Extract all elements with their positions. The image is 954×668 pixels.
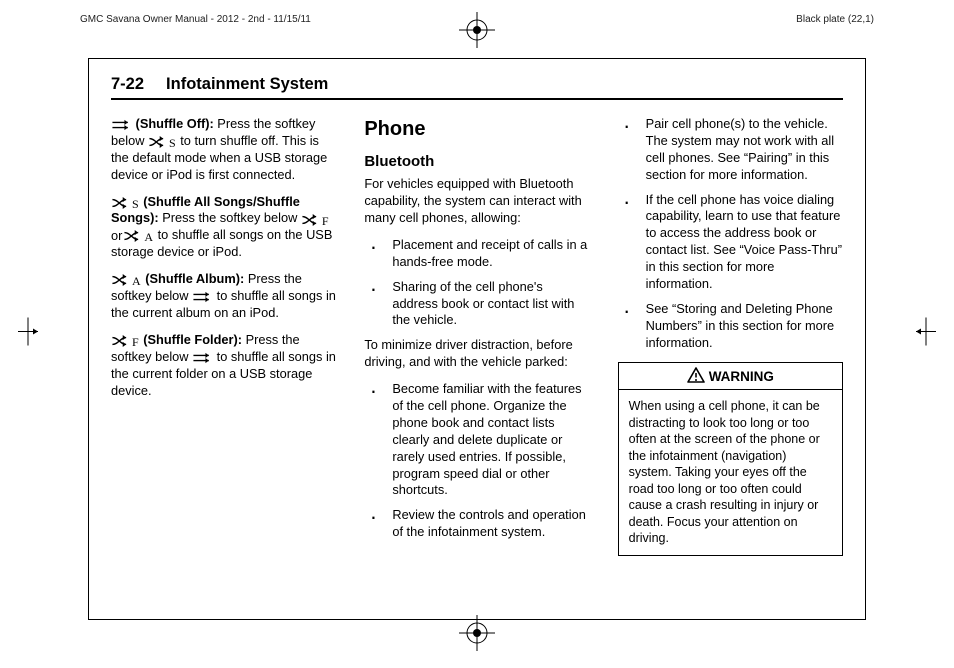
print-meta-right: Black plate (22,1) (796, 14, 874, 25)
page-number: 7-22 (111, 75, 144, 94)
lead-label: (Shuffle Off): (132, 116, 217, 131)
shuffle-a-icon: A (111, 274, 141, 285)
list-item: Become familiar with the features of the… (364, 381, 589, 499)
paragraph: S (Shuffle All Songs/Shuffle Songs): Pre… (111, 194, 336, 262)
bullet-list: Placement and receipt of calls in a hand… (364, 237, 589, 329)
warning-body: When using a cell phone, it can be distr… (619, 390, 842, 555)
crop-mark-icon (14, 316, 42, 353)
list-item: See “Storing and Deleting Phone Numbers”… (618, 301, 843, 352)
warning-heading: WARNING (619, 363, 842, 391)
bullet-list: Become familiar with the features of the… (364, 381, 589, 541)
print-sheet: GMC Savana Owner Manual - 2012 - 2nd - 1… (0, 0, 954, 668)
shuffle-s-icon: S (111, 197, 139, 208)
paragraph: To minimize driver distraction, before d… (364, 337, 589, 371)
heading-bluetooth: Bluetooth (364, 152, 589, 172)
bullet-list: Pair cell phone(s) to the vehicle. The s… (618, 116, 843, 352)
arrows-forward-icon (192, 291, 212, 302)
column-3: Pair cell phone(s) to the vehicle. The s… (618, 116, 843, 602)
arrows-forward-icon (111, 119, 131, 130)
paragraph: F (Shuffle Folder): Press the softkey be… (111, 332, 336, 400)
registration-mark-icon (457, 10, 497, 53)
shuffle-s-icon: S (148, 136, 176, 147)
warning-icon (687, 367, 705, 383)
list-item: Placement and receipt of calls in a hand… (364, 237, 589, 271)
text-or: or (111, 228, 122, 245)
column-2: Phone Bluetooth For vehicles equipped wi… (364, 116, 589, 602)
warning-title: WARNING (709, 369, 774, 384)
paragraph: For vehicles equipped with Bluetooth cap… (364, 176, 589, 227)
lead-label: (Shuffle Album): (142, 271, 248, 286)
shuffle-f-icon: F (301, 214, 329, 225)
list-item: If the cell phone has voice dialing capa… (618, 192, 843, 293)
paragraph: (Shuffle Off): Press the softkey below S… (111, 116, 336, 184)
heading-phone: Phone (364, 116, 589, 142)
crop-mark-icon (912, 316, 940, 353)
list-item: Sharing of the cell phone's address book… (364, 279, 589, 330)
paragraph: A (Shuffle Album): Press the softkey bel… (111, 271, 336, 322)
lead-label: (Shuffle All Songs/Shuffle Songs): (111, 194, 300, 226)
list-item: Pair cell phone(s) to the vehicle. The s… (618, 116, 843, 184)
print-meta-left: GMC Savana Owner Manual - 2012 - 2nd - 1… (80, 14, 311, 25)
running-head: 7-22 Infotainment System (111, 75, 843, 100)
arrows-forward-icon (192, 352, 212, 363)
column-1: (Shuffle Off): Press the softkey below S… (111, 116, 336, 602)
print-meta-bar: GMC Savana Owner Manual - 2012 - 2nd - 1… (60, 14, 894, 38)
warning-box: WARNING When using a cell phone, it can … (618, 362, 843, 556)
shuffle-a-icon: A (123, 230, 153, 241)
list-item: Review the controls and operation of the… (364, 507, 589, 541)
lead-label: (Shuffle Folder): (140, 332, 246, 347)
body-columns: (Shuffle Off): Press the softkey below S… (111, 116, 843, 602)
page-frame: 7-22 Infotainment System (Shuffle Off): … (88, 58, 866, 620)
shuffle-f-icon: F (111, 335, 139, 346)
section-title: Infotainment System (166, 75, 328, 94)
